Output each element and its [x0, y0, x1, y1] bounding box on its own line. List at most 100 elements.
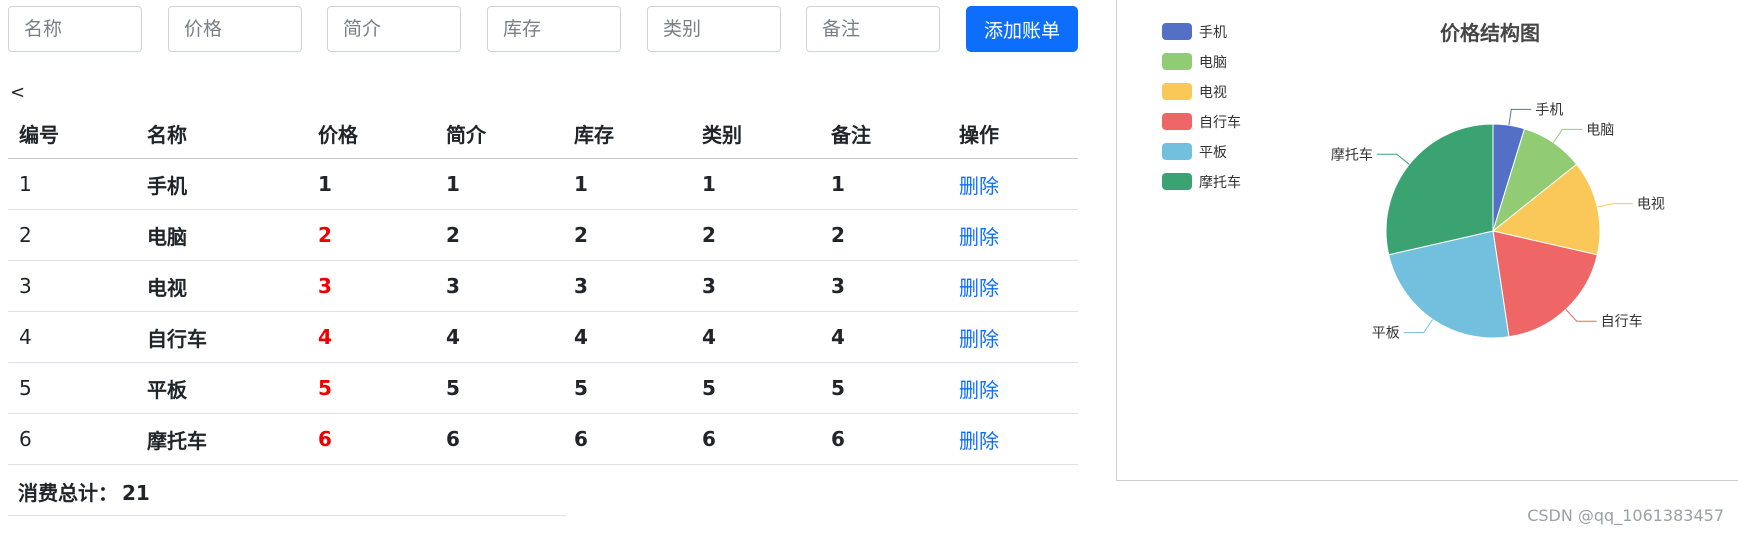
- delete-link[interactable]: 删除: [959, 276, 999, 300]
- cell-id: 6: [8, 413, 136, 465]
- cell-price: 4: [307, 311, 435, 363]
- cell-action: 删除: [948, 413, 1078, 465]
- cell-intro: 4: [435, 311, 563, 363]
- header-name: 名称: [136, 108, 307, 159]
- legend-label: 电脑: [1199, 55, 1227, 71]
- price-pie-chart: 价格结构图手机电脑电视自行车平板摩托车手机电脑电视自行车平板摩托车: [1162, 21, 1665, 342]
- delete-link[interactable]: 删除: [959, 174, 999, 198]
- legend-swatch: [1162, 113, 1192, 130]
- legend-swatch: [1162, 23, 1192, 40]
- cell-stock: 3: [563, 260, 691, 312]
- header-action: 操作: [948, 108, 1078, 159]
- cell-category: 4: [691, 311, 820, 363]
- delete-link[interactable]: 删除: [959, 225, 999, 249]
- cell-name: 手机: [136, 158, 307, 210]
- legend-swatch: [1162, 53, 1192, 70]
- cell-remark: 3: [820, 260, 948, 312]
- delete-link[interactable]: 删除: [959, 327, 999, 351]
- label-line: [1403, 319, 1434, 334]
- slice-label: 电视: [1637, 197, 1665, 213]
- cell-remark: 2: [820, 209, 948, 261]
- remark-input[interactable]: [806, 6, 940, 52]
- table-row: 6 摩托车 6 6 6 6 6 删除: [8, 413, 1078, 465]
- price-input[interactable]: [168, 6, 302, 52]
- intro-input[interactable]: [327, 6, 461, 52]
- legend-label: 自行车: [1199, 114, 1241, 131]
- cell-stock: 4: [563, 311, 691, 363]
- cell-remark: 1: [820, 158, 948, 210]
- delete-link[interactable]: 删除: [959, 429, 999, 453]
- name-input[interactable]: [8, 6, 142, 52]
- cell-id: 4: [8, 311, 136, 363]
- table-row: 4 自行车 4 4 4 4 4 删除: [8, 311, 1078, 363]
- header-price: 价格: [307, 108, 435, 159]
- bill-form: 添加账单: [0, 0, 1090, 60]
- slice-label: 摩托车: [1331, 146, 1373, 163]
- cell-intro: 3: [435, 260, 563, 312]
- header-category: 类别: [691, 108, 820, 159]
- legend-swatch: [1162, 173, 1192, 190]
- cell-category: 3: [691, 260, 820, 312]
- cell-name: 自行车: [136, 311, 307, 363]
- slice-label: 自行车: [1601, 313, 1643, 330]
- cell-intro: 6: [435, 413, 563, 465]
- cell-remark: 4: [820, 311, 948, 363]
- cell-id: 1: [8, 158, 136, 210]
- cell-price: 2: [307, 209, 435, 261]
- cell-name: 摩托车: [136, 413, 307, 465]
- cell-action: 删除: [948, 311, 1078, 363]
- cell-action: 删除: [948, 209, 1078, 261]
- cell-stock: 1: [563, 158, 691, 210]
- cell-stock: 6: [563, 413, 691, 465]
- table-header-row: 编号 名称 价格 简介 库存 类别 备注 操作: [8, 108, 1078, 159]
- cell-id: 2: [8, 209, 136, 261]
- label-line: [1597, 203, 1633, 208]
- legend-label: 摩托车: [1199, 174, 1241, 191]
- total-label: 消费总计：: [18, 481, 118, 505]
- cell-price: 5: [307, 362, 435, 414]
- cell-name: 平板: [136, 362, 307, 414]
- legend-label: 手机: [1199, 25, 1227, 41]
- total-value: 21: [122, 481, 150, 505]
- delete-link[interactable]: 删除: [959, 378, 999, 402]
- cell-category: 6: [691, 413, 820, 465]
- cell-remark: 5: [820, 362, 948, 414]
- cell-action: 删除: [948, 158, 1078, 210]
- total-summary: 消费总计： 21: [8, 468, 566, 516]
- label-line: [1552, 128, 1583, 143]
- cell-remark: 6: [820, 413, 948, 465]
- cell-action: 删除: [948, 260, 1078, 312]
- chart-title: 价格结构图: [1440, 21, 1540, 45]
- slice-label: 平板: [1372, 326, 1400, 342]
- legend-label: 平板: [1199, 145, 1227, 161]
- stock-input[interactable]: [487, 6, 621, 52]
- cell-stock: 5: [563, 362, 691, 414]
- cell-price: 1: [307, 158, 435, 210]
- table-row: 5 平板 5 5 5 5 5 删除: [8, 362, 1078, 414]
- cell-category: 5: [691, 362, 820, 414]
- label-line: [1508, 108, 1532, 126]
- category-input[interactable]: [647, 6, 781, 52]
- cell-name: 电脑: [136, 209, 307, 261]
- cell-intro: 1: [435, 158, 563, 210]
- label-line: [1565, 309, 1597, 322]
- cell-action: 删除: [948, 362, 1078, 414]
- cell-id: 5: [8, 362, 136, 414]
- add-bill-button[interactable]: 添加账单: [966, 6, 1078, 52]
- back-link[interactable]: <: [10, 82, 25, 103]
- cell-id: 3: [8, 260, 136, 312]
- cell-stock: 2: [563, 209, 691, 261]
- cell-price: 3: [307, 260, 435, 312]
- table-row: 2 电脑 2 2 2 2 2 删除: [8, 209, 1078, 261]
- cell-name: 电视: [136, 260, 307, 312]
- slice-label: 电脑: [1586, 122, 1614, 138]
- table-row: 1 手机 1 1 1 1 1 删除: [8, 158, 1078, 210]
- legend-label: 电视: [1199, 85, 1227, 101]
- watermark: CSDN @qq_1061383457: [1527, 506, 1724, 525]
- header-id: 编号: [8, 108, 136, 159]
- cell-price: 6: [307, 413, 435, 465]
- header-intro: 简介: [435, 108, 563, 159]
- legend-swatch: [1162, 83, 1192, 100]
- price-chart-panel: 价格结构图 手机 电脑 电视 自行车 平板 摩托车 手机 电脑 电视 自行车 平板 摩托车: [1116, 0, 1738, 481]
- slice-label: 手机: [1535, 102, 1563, 118]
